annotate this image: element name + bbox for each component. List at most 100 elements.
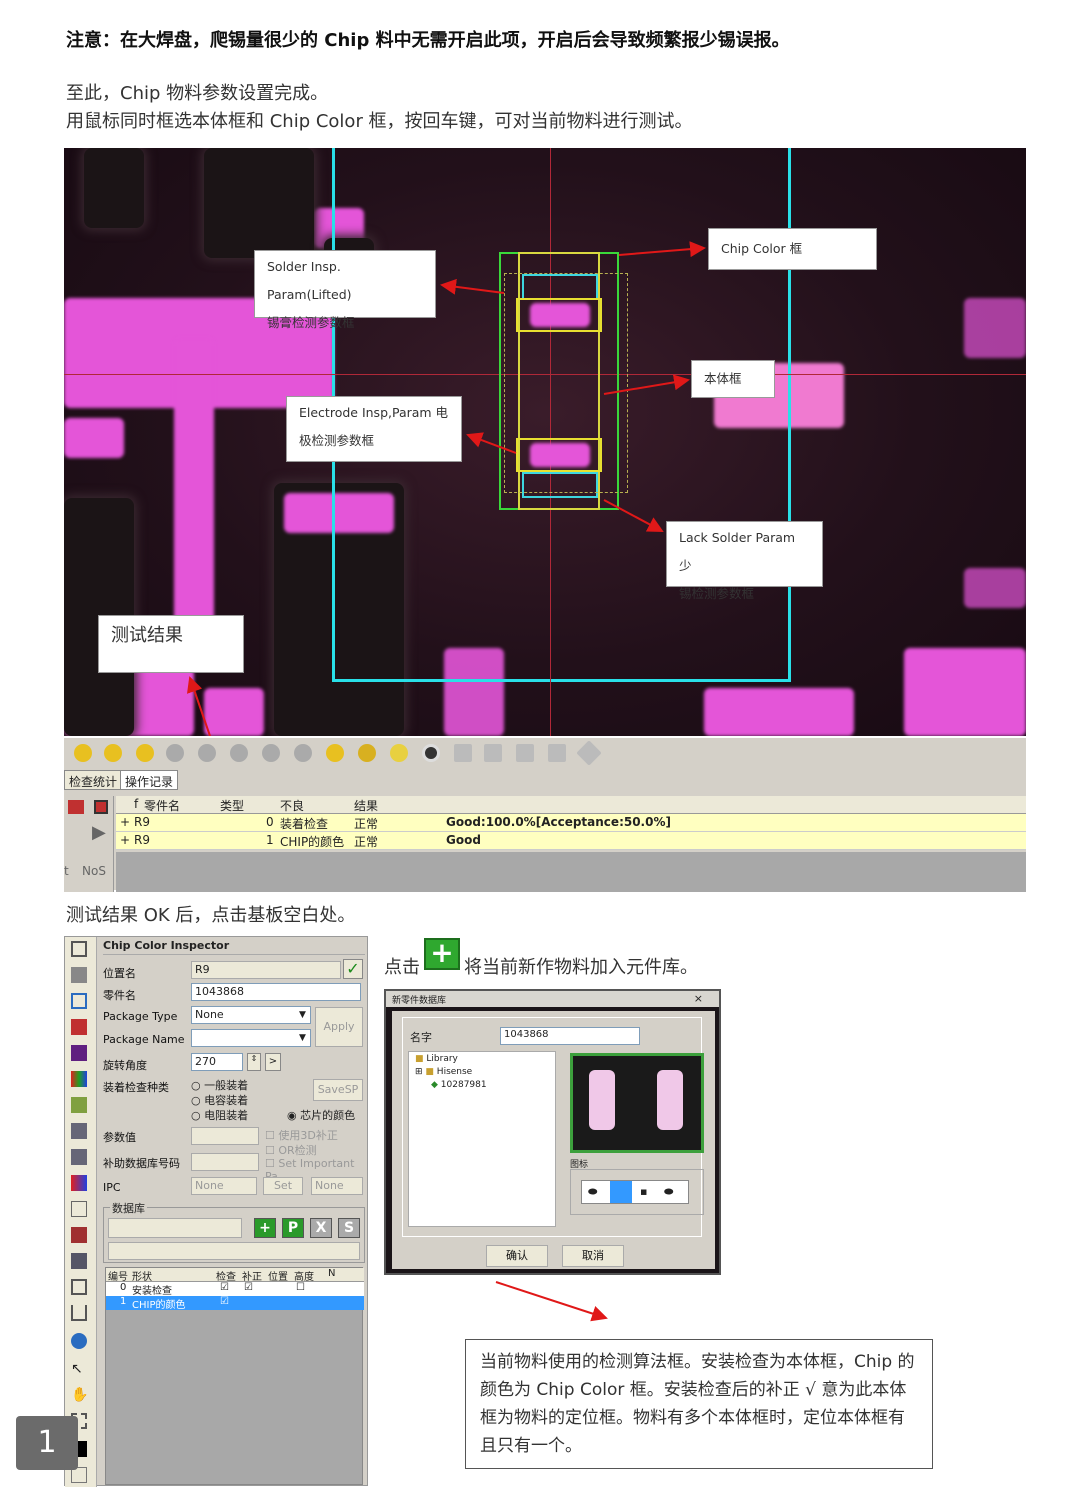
pos-field[interactable]: R9: [191, 961, 341, 979]
row-shape: CHIP的颜色: [132, 1300, 186, 1311]
row-expander[interactable]: +: [120, 815, 130, 829]
db-s-button[interactable]: S: [338, 1218, 360, 1238]
explain-arrow: [495, 1281, 608, 1322]
chevron-down-icon[interactable]: ▼: [299, 1033, 306, 1043]
table-row-selected[interactable]: 1 CHIP的颜色 ☑: [106, 1296, 364, 1311]
table-row[interactable]: + R9 1 CHIP的颜色 正常 Good: [116, 832, 1026, 850]
next-arrow-icon[interactable]: ▶: [92, 822, 106, 843]
bulb-icon[interactable]: [358, 744, 376, 762]
palette-icon[interactable]: [71, 1175, 87, 1191]
db-field-2[interactable]: [108, 1242, 360, 1260]
apply-button[interactable]: Apply: [315, 1007, 363, 1047]
ipc-select[interactable]: None: [191, 1177, 257, 1195]
dialog-ok-button[interactable]: 确认: [486, 1245, 548, 1267]
db-p-button[interactable]: P: [282, 1218, 304, 1238]
tab-inspection-stats[interactable]: 检查统计: [64, 770, 123, 790]
param-select[interactable]: [191, 1127, 259, 1145]
book-icon[interactable]: [71, 1227, 87, 1243]
stop-icon[interactable]: [94, 800, 108, 814]
radio-capacitor[interactable]: ○ 电容装着: [191, 1092, 248, 1108]
spinner-icon[interactable]: ⇕: [247, 1053, 261, 1071]
close-icon[interactable]: ×: [694, 992, 703, 1005]
rot-field[interactable]: 270: [191, 1053, 243, 1071]
add-to-library-icon[interactable]: +: [424, 938, 460, 970]
pan-hand-icon[interactable]: ✋: [71, 1387, 88, 1403]
circle-icon[interactable]: [198, 744, 216, 762]
tree-hisense[interactable]: ⊞ ■ Hisense: [415, 1067, 472, 1077]
flag-icon[interactable]: [68, 800, 84, 814]
verify-icon[interactable]: [104, 744, 122, 762]
rect-tool-icon[interactable]: [71, 1279, 87, 1295]
stamp-icon[interactable]: [71, 1123, 87, 1139]
component-icon[interactable]: [71, 1019, 87, 1035]
set-button[interactable]: Set: [263, 1177, 303, 1195]
hand-icon[interactable]: [71, 967, 87, 983]
algo-table-header: 编号 形状 检查 补正 位置 高度 N: [106, 1268, 364, 1283]
row-expander[interactable]: +: [120, 833, 130, 847]
tree-part[interactable]: ◆ 10287981: [431, 1080, 487, 1090]
radio-resistor[interactable]: ○ 电阻装着: [191, 1107, 248, 1123]
tool-icon[interactable]: [548, 744, 566, 762]
dialog-cancel-button[interactable]: 取消: [562, 1245, 624, 1267]
db-delete-button[interactable]: X: [310, 1218, 332, 1238]
aux-label: 补助数据库号码: [103, 1157, 180, 1170]
color-icon[interactable]: [71, 1071, 87, 1087]
table-row[interactable]: + R9 0 装着检查 正常 Good:100.0%[Acceptance:50…: [116, 814, 1026, 832]
db-add-button[interactable]: +: [254, 1218, 276, 1238]
circle-icon[interactable]: [294, 744, 312, 762]
tool-icon[interactable]: [484, 744, 502, 762]
check-3d[interactable]: ☐ 使用3D补正: [265, 1127, 338, 1143]
grid-icon[interactable]: [71, 941, 87, 957]
bulb-icon[interactable]: [136, 744, 154, 762]
db-field[interactable]: [108, 1218, 242, 1238]
check-or[interactable]: ☐ OR检测: [265, 1142, 317, 1158]
part-icon[interactable]: ⬬: [664, 1185, 673, 1199]
part-field[interactable]: 1043868: [191, 983, 361, 1001]
circle-icon[interactable]: [166, 744, 184, 762]
radio-chip-color[interactable]: ◉ 芯片的颜色: [287, 1107, 355, 1123]
radio-general[interactable]: ○ 一般装着: [191, 1077, 248, 1093]
icon-strip: ⬬ ▪ ⬬: [581, 1180, 689, 1204]
bulb-icon[interactable]: [326, 744, 344, 762]
camera-icon[interactable]: [422, 744, 440, 762]
pkgname-select[interactable]: [191, 1029, 311, 1047]
click-hint-after: 将当前新作物料加入元件库。: [464, 957, 698, 978]
bulb-icon[interactable]: [390, 744, 408, 762]
row-check-box[interactable]: ☑: [220, 1296, 229, 1307]
chip-icon[interactable]: ▪: [640, 1185, 647, 1198]
capacitor-icon[interactable]: ⬬: [588, 1185, 597, 1199]
aux-select[interactable]: [191, 1153, 259, 1171]
chip-icon[interactable]: [71, 1045, 87, 1061]
table-row[interactable]: 0 安装检查 ☑ ☑ ☐: [106, 1282, 364, 1297]
dialog-name-field[interactable]: 1043868: [500, 1027, 640, 1045]
savesp-button[interactable]: SaveSP: [313, 1079, 363, 1101]
target-icon[interactable]: [71, 1333, 87, 1349]
row-height-box[interactable]: ☐: [296, 1282, 305, 1293]
tree-library[interactable]: ■ Library: [415, 1054, 458, 1064]
circle-icon[interactable]: [262, 744, 280, 762]
pointer-icon[interactable]: ↖: [71, 1361, 87, 1377]
confirm-check-icon[interactable]: ✓: [343, 959, 363, 979]
list-icon[interactable]: [71, 1149, 87, 1165]
diamond-icon[interactable]: [576, 740, 602, 766]
ipc-value-field[interactable]: None: [311, 1177, 363, 1195]
row-check-box[interactable]: ☑: [220, 1282, 229, 1293]
eraser-icon[interactable]: [71, 1097, 87, 1113]
rot-next-button[interactable]: >: [265, 1053, 281, 1071]
camera-tool-icon[interactable]: [71, 1253, 87, 1269]
tab-operation-log[interactable]: 操作记录: [120, 770, 179, 790]
row-correct-box[interactable]: ☑: [244, 1282, 253, 1293]
library-tree[interactable]: ■ Library ⊞ ■ Hisense ◆ 10287981: [408, 1051, 556, 1227]
magnet-icon[interactable]: [71, 1305, 87, 1321]
page-number-badge[interactable]: 1: [16, 1416, 78, 1470]
text-tool-icon[interactable]: [71, 993, 87, 1009]
scissors-icon[interactable]: [71, 1201, 87, 1217]
chevron-down-icon[interactable]: ▼: [299, 1010, 306, 1020]
circle-icon[interactable]: [230, 744, 248, 762]
resistor-icon-selected[interactable]: [610, 1181, 632, 1203]
col-result: 结果: [354, 799, 379, 813]
tool-icon[interactable]: [454, 744, 472, 762]
tool-icon[interactable]: [516, 744, 534, 762]
pkgtype-select[interactable]: None: [191, 1006, 311, 1024]
bulb-icon[interactable]: [74, 744, 92, 762]
